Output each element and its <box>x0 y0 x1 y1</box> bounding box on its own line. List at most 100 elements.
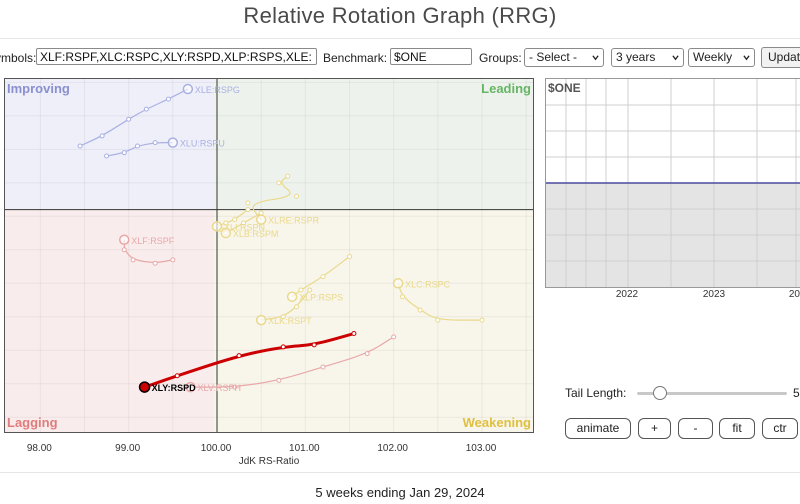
tail-point <box>165 96 171 102</box>
tail-line <box>79 88 189 147</box>
tail-label: XLC:RSPC <box>405 279 451 289</box>
tail-point <box>320 274 326 280</box>
tail-point <box>351 331 357 337</box>
tail-point <box>236 353 242 359</box>
tail-point <box>104 153 110 159</box>
symbols-input[interactable]: XLF:RSPF,XLC:RSPC,XLY:RSPD,XLP:RSPS,XLE: <box>36 48 317 65</box>
tail-head-point[interactable] <box>392 278 404 289</box>
tail-point <box>294 304 299 310</box>
tail-point <box>280 344 286 350</box>
animate-button[interactable]: animate <box>565 418 631 439</box>
tail-head-point[interactable] <box>138 381 151 393</box>
tail-length-label: Tail Length: <box>565 386 627 400</box>
tail-point <box>285 173 291 179</box>
x-tick-label: 98.00 <box>26 443 52 454</box>
tail-head-point[interactable] <box>119 234 130 246</box>
zoom-out-button[interactable]: - <box>678 418 713 439</box>
tail-point <box>152 260 158 266</box>
rrg-grid <box>5 79 533 432</box>
tail-xlc-rspc[interactable]: XLC:RSPC <box>392 278 485 323</box>
tail-point <box>307 287 313 293</box>
tail-point <box>320 364 326 370</box>
tail-xlu-rspu[interactable]: XLU:RSPU <box>104 137 225 159</box>
tail-point <box>294 193 299 199</box>
quadrant-label-weakening: Weakening <box>462 415 531 430</box>
benchmark-input[interactable]: $ONE <box>390 48 472 65</box>
tail-head-point[interactable] <box>211 221 223 232</box>
tail-point <box>174 373 180 379</box>
x-axis-label: JdK RS-Ratio <box>238 456 300 467</box>
tail-head-point[interactable] <box>286 291 298 302</box>
fit-button[interactable]: fit <box>719 418 755 439</box>
tail-label: XLK:RSPT <box>268 316 312 326</box>
footer-divider <box>0 472 800 473</box>
tail-xlre-rspr[interactable]: XLRE:RSPR <box>245 173 320 226</box>
groups-select[interactable]: - Select - <box>524 48 604 67</box>
x-tick-label: 100.00 <box>200 443 232 454</box>
tail-point <box>126 116 132 122</box>
tail-line <box>144 332 355 389</box>
tail-point <box>143 106 149 112</box>
frequency-select-value: Weekly <box>693 50 733 64</box>
tail-point <box>400 294 405 300</box>
tail-length-value: 5 <box>793 386 800 400</box>
x-tick-label: 103.00 <box>465 443 497 454</box>
tail-length-slider[interactable] <box>637 386 787 400</box>
year-tick: 2022 <box>615 289 639 300</box>
tail-label: XLU:RSPU <box>180 139 225 149</box>
tail-point <box>232 217 238 223</box>
tail-point <box>170 257 176 263</box>
title-divider <box>0 38 800 39</box>
tail-point <box>479 317 485 323</box>
chevron-down-icon <box>743 55 750 61</box>
tail-xlp-rsps[interactable]: XLP:RSPS <box>286 254 352 303</box>
tail-point <box>276 377 282 383</box>
benchmark-label: Benchmark: <box>323 51 388 65</box>
tail-point <box>298 287 304 293</box>
zoom-in-button[interactable]: + <box>638 418 671 439</box>
tail-point <box>77 143 83 149</box>
rrg-plot: XLE:RSPGXLU:RSPUXLRE:RSPRXLB:RSPMXLI:RSP… <box>5 79 533 432</box>
symbols-label: Symbols: <box>0 51 37 65</box>
tail-head-point[interactable] <box>182 83 194 95</box>
x-tick-label: 101.00 <box>289 443 320 454</box>
rrg-chart[interactable]: XLE:RSPG XLU:RSPU XLRE:RSPR XLB:RSPM XLI:RSP… <box>4 78 534 433</box>
period-select[interactable]: 3 years <box>611 48 684 67</box>
tail-label: XLY:RSPD <box>152 383 197 393</box>
quadrant-label-improving: Improving <box>7 81 70 96</box>
tail-point <box>152 140 158 146</box>
tail-label: XLV:RSPH <box>198 383 242 393</box>
tail-point <box>130 257 136 263</box>
tail-label: XLI:RSPN <box>224 222 265 232</box>
quadrant-label-leading: Leading <box>481 81 531 96</box>
tail-head-point[interactable] <box>255 314 267 326</box>
x-tick-label: 102.00 <box>377 443 408 454</box>
groups-label: Groups: <box>479 51 522 65</box>
x-tick-label: 99.00 <box>115 443 141 454</box>
update-button[interactable]: Update <box>761 47 800 68</box>
tail-point <box>245 207 251 213</box>
groups-select-value: - Select - <box>529 50 578 64</box>
tail-point <box>311 342 317 348</box>
year-tick: 2024 <box>788 289 800 300</box>
chevron-down-icon <box>592 55 599 61</box>
benchmark-chart: $ONE <box>545 78 800 288</box>
quadrant-label-lagging: Lagging <box>7 415 58 430</box>
period-select-value: 3 years <box>616 50 656 64</box>
frequency-select[interactable]: Weekly <box>688 48 755 67</box>
tail-point <box>121 150 127 156</box>
tail-point <box>347 254 352 259</box>
center-button[interactable]: ctr <box>762 418 798 439</box>
tail-point <box>364 351 370 357</box>
tail-point <box>391 334 397 340</box>
tail-point <box>435 317 441 323</box>
period-caption: 5 weeks ending Jan 29, 2024 <box>315 485 485 500</box>
tail-label: XLE:RSPG <box>195 85 240 95</box>
benchmark-chart-label: $ONE <box>548 81 581 95</box>
slider-thumb[interactable] <box>653 386 667 400</box>
tail-point <box>135 143 140 149</box>
tail-point <box>121 247 127 253</box>
tail-head-point[interactable] <box>167 137 179 148</box>
chevron-down-icon <box>672 55 679 61</box>
year-tick: 2023 <box>702 289 726 300</box>
